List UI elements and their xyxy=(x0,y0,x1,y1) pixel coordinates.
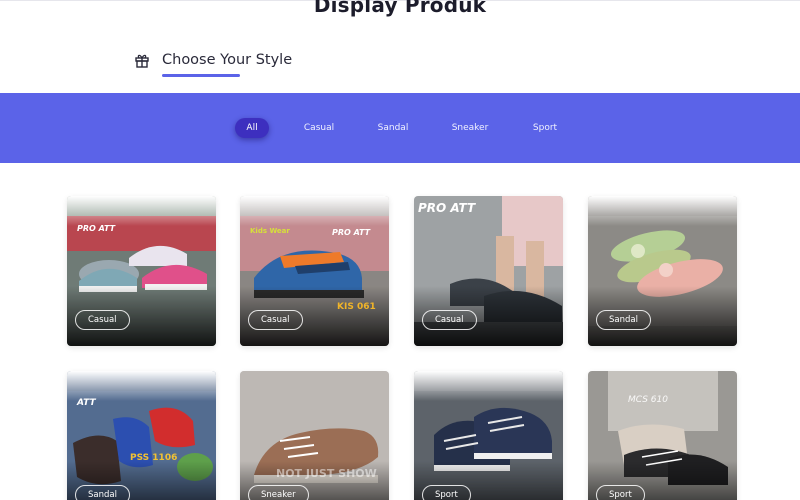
brand-logo: PRO ATT xyxy=(77,224,116,233)
product-card[interactable]: PRO ATT Casual xyxy=(414,196,563,346)
model-code: KIS 061 xyxy=(337,302,376,312)
brand-logo: PRO ATT xyxy=(332,228,371,237)
filter-sneaker[interactable]: Sneaker xyxy=(449,118,491,138)
filter-bar: All Casual Sandal Sneaker Sport xyxy=(0,93,800,163)
section-label: Choose Your Style xyxy=(162,52,293,68)
filter-casual[interactable]: Casual xyxy=(300,118,338,138)
card-fade-top xyxy=(67,371,216,401)
card-fade-top xyxy=(588,196,737,226)
watermark-text: NOT JUST SHOW xyxy=(276,467,377,480)
category-tag[interactable]: Casual xyxy=(75,310,130,330)
category-tag[interactable]: Casual xyxy=(422,310,477,330)
category-tag[interactable]: Sport xyxy=(596,485,645,500)
gift-icon xyxy=(135,54,149,68)
category-tag[interactable]: Sandal xyxy=(596,310,651,330)
card-fade-top xyxy=(414,371,563,401)
page-title: Display Produk xyxy=(313,0,487,17)
filter-sport[interactable]: Sport xyxy=(528,118,562,138)
card-fade-top xyxy=(67,196,216,226)
product-card[interactable]: PRO ATT Casual xyxy=(67,196,216,346)
product-card[interactable]: Sandal xyxy=(588,196,737,346)
section-heading: Choose Your Style xyxy=(134,49,292,71)
product-card[interactable]: ATT PSS 1106 Sandal xyxy=(67,371,216,500)
brand-logo: ATT xyxy=(77,398,96,408)
category-tag[interactable]: Sport xyxy=(422,485,471,500)
section-underline xyxy=(162,74,240,77)
card-fade-top xyxy=(240,196,389,226)
filter-sandal[interactable]: Sandal xyxy=(374,118,412,138)
product-card[interactable]: MCS 610 Sport xyxy=(588,371,737,500)
model-code: PSS 1106 xyxy=(130,453,178,463)
sub-brand-logo: Kids Wear xyxy=(250,227,290,235)
category-tag[interactable]: Casual xyxy=(248,310,303,330)
product-card[interactable]: NOT JUST SHOW Sneaker xyxy=(240,371,389,500)
category-tag[interactable]: Sandal xyxy=(75,485,130,500)
product-card[interactable]: Kids Wear PRO ATT KIS 061 Casual xyxy=(240,196,389,346)
brand-logo: PRO ATT xyxy=(418,201,476,215)
product-card[interactable]: Sport xyxy=(414,371,563,500)
model-code: MCS 610 xyxy=(628,395,668,405)
filter-all[interactable]: All xyxy=(235,118,269,138)
category-tag[interactable]: Sneaker xyxy=(248,485,309,500)
